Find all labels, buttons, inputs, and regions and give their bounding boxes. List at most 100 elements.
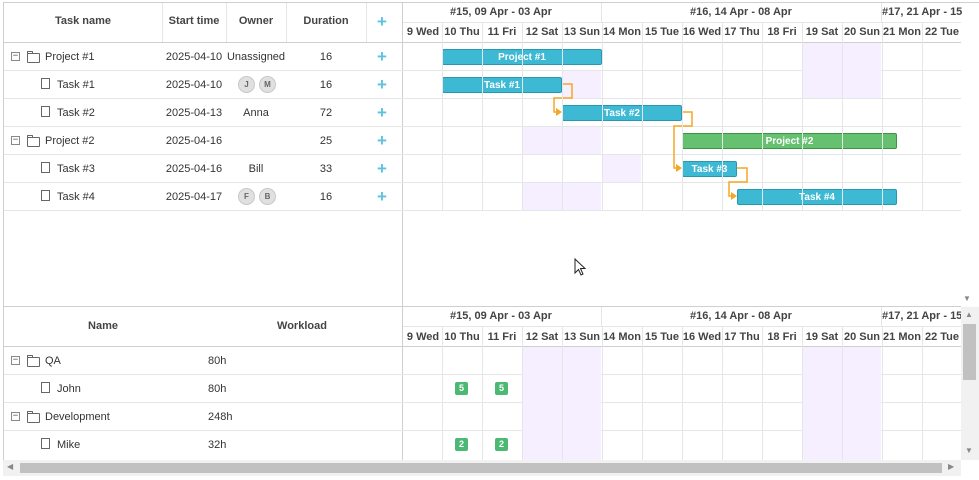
folder-icon bbox=[27, 135, 40, 147]
column-header-duration[interactable]: Duration bbox=[286, 15, 366, 27]
day-label: 11 Fri bbox=[487, 331, 517, 343]
add-task-header-icon[interactable]: + bbox=[377, 13, 387, 30]
resource-row-development[interactable]: − Development 248h bbox=[4, 403, 402, 431]
gantt-bar-task-1[interactable]: Task #1 bbox=[442, 77, 562, 93]
resource-workload: 248h bbox=[208, 411, 233, 423]
start-time: 2025-04-13 bbox=[165, 107, 223, 119]
resource-name: Development bbox=[45, 411, 110, 423]
start-time: 2025-04-16 bbox=[165, 135, 223, 147]
column-header-start-time[interactable]: Start time bbox=[162, 15, 226, 27]
day-column-line bbox=[922, 23, 923, 211]
day-label: 14 Mon bbox=[603, 331, 641, 343]
collapse-icon[interactable]: − bbox=[11, 356, 20, 365]
day-label: 11 Fri bbox=[487, 26, 517, 38]
day-column-line bbox=[642, 23, 643, 211]
grid-row-task-1[interactable]: Task #1 2025-04-10 J M 16 + bbox=[4, 71, 402, 99]
scroll-left-arrow-icon[interactable]: ◀ bbox=[7, 462, 13, 471]
day-label: 21 Mon bbox=[883, 331, 921, 343]
scroll-down-arrow-icon[interactable]: ▼ bbox=[965, 446, 973, 455]
collapse-icon[interactable]: − bbox=[11, 52, 20, 61]
horizontal-scrollbar-thumb[interactable] bbox=[20, 463, 942, 473]
resource-row-mike[interactable]: Mike 32h bbox=[4, 431, 402, 459]
day-label: 13 Sun bbox=[563, 26, 601, 38]
workload-badge: 5 bbox=[495, 382, 508, 395]
start-time: 2025-04-16 bbox=[165, 163, 223, 175]
week-label: #17, 21 Apr - 15 bbox=[882, 6, 963, 18]
duration: 72 bbox=[319, 107, 333, 119]
day-label: 16 Wed bbox=[682, 331, 722, 343]
gantt-bar-task-4[interactable]: Task #4 bbox=[737, 189, 897, 205]
folder-icon bbox=[27, 355, 40, 367]
file-icon bbox=[41, 190, 50, 201]
week-label: #15, 09 Apr - 03 Apr bbox=[450, 6, 552, 18]
day-label: 20 Sun bbox=[843, 331, 881, 343]
add-subtask-icon[interactable]: + bbox=[377, 48, 387, 65]
file-icon bbox=[41, 78, 50, 89]
vertical-scrollbar-thumb[interactable] bbox=[963, 324, 976, 380]
collapse-icon[interactable]: − bbox=[11, 136, 20, 145]
scroll-up-arrow-icon[interactable]: ▲ bbox=[965, 310, 973, 319]
week-label: #16, 14 Apr - 08 Apr bbox=[690, 310, 792, 322]
owner-avatar: M bbox=[259, 76, 276, 93]
day-label: 12 Sat bbox=[525, 26, 559, 38]
day-column-line bbox=[842, 23, 843, 211]
day-column-line bbox=[602, 327, 603, 460]
duration: 16 bbox=[319, 191, 333, 203]
day-column-line bbox=[722, 23, 723, 211]
grid-row-project-1[interactable]: − Project #1 2025-04-10 Unassigned 16 + bbox=[4, 43, 402, 71]
week-label: #17, 21 Apr - 15 bbox=[882, 310, 963, 322]
week-sep bbox=[601, 3, 602, 23]
header-sep bbox=[366, 3, 367, 42]
add-subtask-icon[interactable]: + bbox=[377, 160, 387, 177]
duration: 25 bbox=[319, 135, 333, 147]
day-label: 12 Sat bbox=[525, 331, 559, 343]
task-name: Project #2 bbox=[45, 135, 95, 147]
gantt-bar-task-2[interactable]: Task #2 bbox=[562, 105, 682, 121]
duration: 33 bbox=[319, 163, 333, 175]
add-subtask-icon[interactable]: + bbox=[377, 132, 387, 149]
task-name: Task #4 bbox=[57, 191, 95, 203]
file-icon bbox=[41, 162, 50, 173]
folder-icon bbox=[27, 411, 40, 423]
week-sep bbox=[601, 307, 602, 327]
day-column-line bbox=[682, 327, 683, 460]
resource-workload: 80h bbox=[208, 383, 227, 395]
pane-divider bbox=[3, 306, 961, 307]
collapse-icon[interactable]: − bbox=[11, 412, 20, 421]
scroll-down-arrow-icon[interactable]: ▼ bbox=[963, 294, 971, 303]
owner-avatar: B bbox=[259, 188, 276, 205]
column-header-task-name[interactable]: Task name bbox=[4, 15, 162, 27]
start-time: 2025-04-17 bbox=[165, 191, 223, 203]
add-subtask-icon[interactable]: + bbox=[377, 104, 387, 121]
start-time: 2025-04-10 bbox=[165, 79, 223, 91]
day-column-line bbox=[842, 327, 843, 460]
grid-row-task-4[interactable]: Task #4 2025-04-17 F B 16 + bbox=[4, 183, 402, 211]
day-column-line bbox=[682, 23, 683, 211]
gantt-bar-task-3[interactable]: Task #3 bbox=[682, 161, 737, 177]
duration: 16 bbox=[319, 79, 333, 91]
day-label: 22 Tue bbox=[924, 26, 960, 38]
day-column-line bbox=[562, 23, 563, 211]
scroll-right-arrow-icon[interactable]: ▶ bbox=[948, 462, 954, 471]
grid-row-task-2[interactable]: Task #2 2025-04-13 Anna 72 + bbox=[4, 99, 402, 127]
day-column-line bbox=[882, 23, 883, 211]
day-column-line bbox=[802, 23, 803, 211]
resource-row-john[interactable]: John 80h bbox=[4, 375, 402, 403]
grid-row-task-3[interactable]: Task #3 2025-04-16 Bill 33 + bbox=[4, 155, 402, 183]
resource-column-header-workload[interactable]: Workload bbox=[202, 320, 402, 332]
day-column-line bbox=[802, 327, 803, 460]
resource-workload: 32h bbox=[208, 439, 227, 451]
resource-row-qa[interactable]: − QA 80h bbox=[4, 347, 402, 375]
add-subtask-icon[interactable]: + bbox=[377, 188, 387, 205]
resource-column-header-name[interactable]: Name bbox=[4, 320, 202, 332]
day-label: 18 Fri bbox=[767, 331, 797, 343]
column-header-owner[interactable]: Owner bbox=[226, 15, 286, 27]
day-label: 21 Mon bbox=[883, 26, 921, 38]
grid-row-project-2[interactable]: − Project #2 2025-04-16 25 + bbox=[4, 127, 402, 155]
day-label: 10 Thu bbox=[444, 331, 480, 343]
task-name: Task #2 bbox=[57, 107, 95, 119]
day-column-line bbox=[762, 23, 763, 211]
gantt-bar-project-2[interactable]: Project #2 bbox=[682, 133, 897, 149]
add-subtask-icon[interactable]: + bbox=[377, 76, 387, 93]
owner: Anna bbox=[243, 107, 269, 119]
